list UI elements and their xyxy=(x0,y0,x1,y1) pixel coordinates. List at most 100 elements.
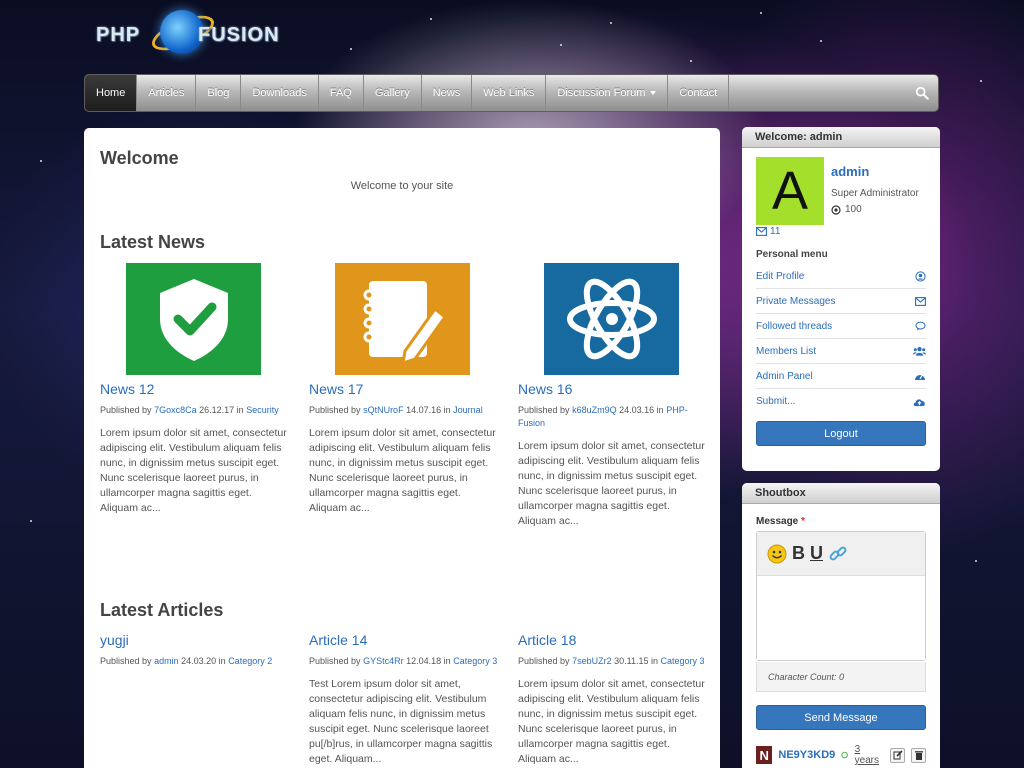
author-link[interactable]: 7Goxc8Ca xyxy=(154,405,197,415)
category-link[interactable]: Category 2 xyxy=(228,656,272,666)
edit-icon xyxy=(893,750,903,760)
news-title[interactable]: News 12 xyxy=(100,381,290,397)
personal-menu-title: Personal menu xyxy=(756,249,828,260)
latest-articles-heading: Latest Articles xyxy=(100,600,224,620)
news-excerpt: Lorem ipsum dolor sit amet, consectetur … xyxy=(100,427,287,514)
notebook-pencil-icon xyxy=(363,281,447,365)
category-link[interactable]: Journal xyxy=(453,405,483,415)
nav-news[interactable]: News xyxy=(422,75,473,111)
author-link[interactable]: sQtNUroF xyxy=(363,405,404,415)
envelope-icon xyxy=(756,227,767,236)
menu-label: Submit... xyxy=(756,396,796,407)
delete-shout-button[interactable] xyxy=(911,747,926,763)
nav-blog[interactable]: Blog xyxy=(196,75,242,111)
logout-button[interactable]: Logout xyxy=(756,421,926,446)
news-thumbnail[interactable] xyxy=(126,263,261,375)
menu-private-messages[interactable]: Private Messages xyxy=(756,289,926,314)
article-title[interactable]: Article 14 xyxy=(309,632,499,648)
menu-admin-panel[interactable]: Admin Panel xyxy=(756,364,926,389)
shoutbox-panel: Shoutbox Message * B U Character Count: … xyxy=(742,483,940,768)
news-excerpt: Lorem ipsum dolor sit amet, consectetur … xyxy=(309,427,496,514)
underline-button[interactable]: U xyxy=(810,543,823,564)
category-link[interactable]: Category 3 xyxy=(453,656,497,666)
article-date: 12.04.18 xyxy=(406,656,442,666)
shield-check-icon xyxy=(159,279,228,361)
menu-label: Followed threads xyxy=(756,320,833,332)
nav-gallery[interactable]: Gallery xyxy=(364,75,422,111)
edit-shout-button[interactable] xyxy=(890,747,906,763)
welcome-heading: Welcome xyxy=(100,148,179,168)
category-link[interactable]: Security xyxy=(246,405,279,415)
editor-toolbar: B U xyxy=(757,532,925,576)
news-thumbnail[interactable] xyxy=(335,263,470,375)
points-value: 100 xyxy=(845,204,862,215)
article-card: Article 14 Published by GYStc4Rr 12.04.1… xyxy=(309,632,499,767)
avatar[interactable]: N xyxy=(756,746,773,764)
search-icon[interactable] xyxy=(915,86,929,100)
nav-articles[interactable]: Articles xyxy=(137,75,197,111)
author-link[interactable]: admin xyxy=(154,656,179,666)
author-link[interactable]: 7sebUZr2 xyxy=(572,656,612,666)
nav-faq[interactable]: FAQ xyxy=(319,75,364,111)
news-meta: Published by k68uZm9Q 24.03.16 in PHP-Fu… xyxy=(518,404,708,430)
news-title[interactable]: News 16 xyxy=(518,381,708,397)
site-logo[interactable]: PHP FUSION xyxy=(94,6,304,62)
nav-home[interactable]: Home xyxy=(85,75,138,111)
dot-circle-icon xyxy=(831,204,841,215)
author-link[interactable]: GYStc4Rr xyxy=(363,656,404,666)
bold-button[interactable]: B xyxy=(792,543,805,564)
nav-discussion-forum[interactable]: Discussion Forum xyxy=(546,75,669,111)
author-link[interactable]: k68uZm9Q xyxy=(572,405,617,415)
article-meta: Published by 7sebUZr2 30.11.15 in Catego… xyxy=(518,655,708,668)
news-excerpt: Lorem ipsum dolor sit amet, consectetur … xyxy=(518,440,705,527)
news-card: News 17 Published by sQtNUroF 14.07.16 i… xyxy=(309,263,499,516)
nav-web-links[interactable]: Web Links xyxy=(472,75,547,111)
article-date: 24.03.20 xyxy=(181,656,217,666)
smiley-icon[interactable] xyxy=(767,544,787,564)
avatar[interactable]: A xyxy=(756,157,824,225)
user-points: 100 xyxy=(831,204,862,215)
news-meta: Published by sQtNUroF 14.07.16 in Journa… xyxy=(309,404,499,417)
send-message-button[interactable]: Send Message xyxy=(756,705,926,730)
news-card: News 16 Published by k68uZm9Q 24.03.16 i… xyxy=(518,263,708,529)
message-editor: B U xyxy=(756,531,926,661)
news-date: 26.12.17 xyxy=(199,405,235,415)
cloud-upload-icon xyxy=(913,398,925,406)
news-title[interactable]: News 17 xyxy=(309,381,499,397)
published-by-label: Published by xyxy=(518,656,570,666)
trash-icon xyxy=(914,751,923,760)
article-meta: Published by GYStc4Rr 12.04.18 in Catego… xyxy=(309,655,499,668)
menu-edit-profile[interactable]: Edit Profile xyxy=(756,264,926,289)
shout-entry: N NE9Y3KD9 3 years xyxy=(756,744,926,766)
nav-contact[interactable]: Contact xyxy=(668,75,730,111)
nav-discussion-forum-label: Discussion Forum xyxy=(557,87,646,99)
in-label: in xyxy=(443,405,451,415)
envelope-icon xyxy=(915,296,926,306)
published-by-label: Published by xyxy=(100,405,152,415)
menu-label: Admin Panel xyxy=(756,370,813,382)
users-icon xyxy=(913,347,926,356)
messages-count: 11 xyxy=(770,226,781,237)
published-by-label: Published by xyxy=(309,405,361,415)
required-mark: * xyxy=(801,516,805,527)
published-by-label: Published by xyxy=(309,656,361,666)
article-card: yugji Published by admin 24.03.20 in Cat… xyxy=(100,632,290,668)
logo-text-fusion: FUSION xyxy=(198,24,280,46)
nav-downloads[interactable]: Downloads xyxy=(241,75,319,111)
message-textarea[interactable] xyxy=(757,576,925,660)
news-thumbnail[interactable] xyxy=(544,263,679,375)
username-link[interactable]: admin xyxy=(831,164,869,179)
in-label: in xyxy=(236,405,244,415)
link-icon[interactable] xyxy=(828,544,848,564)
main-navbar: Home Articles Blog Downloads FAQ Gallery… xyxy=(84,74,939,112)
menu-submit[interactable]: Submit... xyxy=(756,389,926,414)
menu-followed-threads[interactable]: Followed threads xyxy=(756,314,926,339)
shout-time[interactable]: 3 years xyxy=(855,744,885,766)
shout-username[interactable]: NE9Y3KD9 xyxy=(778,749,835,761)
messages-link[interactable]: 11 xyxy=(756,226,780,237)
menu-label: Edit Profile xyxy=(756,270,805,282)
article-title[interactable]: yugji xyxy=(100,632,290,648)
article-title[interactable]: Article 18 xyxy=(518,632,708,648)
category-link[interactable]: Category 3 xyxy=(661,656,705,666)
menu-members-list[interactable]: Members List xyxy=(756,339,926,364)
